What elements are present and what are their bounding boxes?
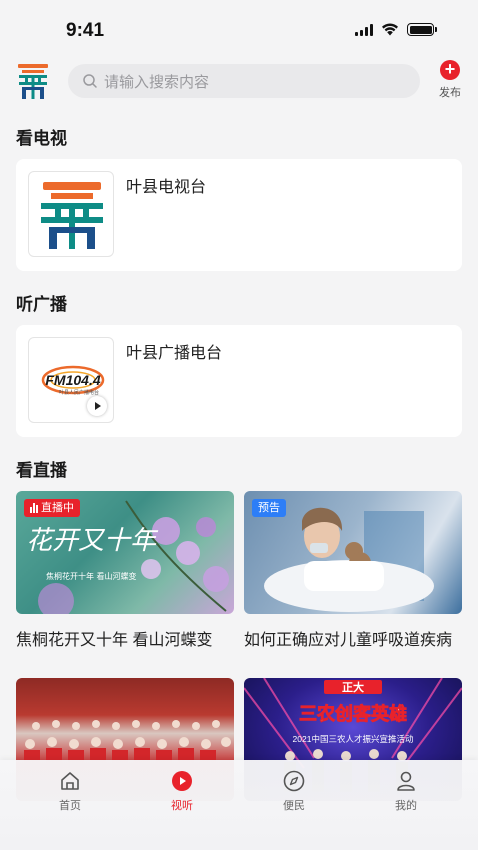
- user-icon: [397, 771, 415, 791]
- tab-home[interactable]: 首页: [40, 770, 100, 813]
- stage-top-text: 正大: [342, 680, 364, 694]
- wifi-icon: [382, 23, 398, 36]
- tv-station-card[interactable]: 叶县电视台: [16, 159, 462, 271]
- live-thumbnail: 花开又十年 焦桐花开十年 看山河蝶变 直播中: [16, 491, 234, 614]
- live-badge-label: 直播中: [41, 502, 74, 514]
- tab-services[interactable]: 便民: [264, 770, 324, 813]
- fm-logo-text: FM104.4: [45, 372, 100, 388]
- play-button[interactable]: [87, 396, 107, 416]
- preview-status-badge: 预告: [252, 499, 286, 517]
- search-placeholder: 请输入搜索内容: [104, 73, 210, 91]
- stage-subtitle-text: 2021中国三农人才振兴宣推活动: [293, 734, 414, 744]
- live-thumbnail: 预告: [244, 491, 462, 614]
- tab-label: 我的: [395, 800, 417, 812]
- compass-icon: [283, 770, 305, 792]
- status-time: 9:41: [66, 20, 105, 41]
- section-title-tv: 看电视: [16, 129, 67, 148]
- battery-icon: [407, 23, 437, 36]
- tab-audio-video[interactable]: 视听: [152, 770, 212, 813]
- publish-button[interactable]: + 发布: [434, 60, 466, 100]
- radio-station-logo: FM104.4 叶县人民广播电台: [28, 337, 114, 423]
- status-icons: [355, 23, 437, 36]
- cellular-signal-icon: [355, 23, 373, 36]
- home-icon: [61, 772, 79, 790]
- fm-logo-subtext: 叶县人民广播电台: [59, 389, 99, 396]
- tab-label: 视听: [171, 800, 193, 812]
- tab-profile[interactable]: 我的: [376, 770, 436, 813]
- tv-logo-icon: [41, 182, 103, 249]
- stage-title-text: 三农创客英雄: [299, 703, 407, 724]
- tv-station-name: 叶县电视台: [126, 179, 207, 196]
- live-item[interactable]: 花开又十年 焦桐花开十年 看山河蝶变 直播中 焦桐花开又十年 看山河蝶变: [16, 491, 234, 650]
- radio-station-name: 叶县广播电台: [126, 345, 223, 362]
- live-overlay-text: 花开又十年: [26, 526, 159, 556]
- tv-station-logo: [28, 171, 114, 257]
- live-status-badge: 直播中: [24, 499, 80, 517]
- status-bar: 9:41: [0, 0, 478, 56]
- publish-label: 发布: [439, 87, 461, 99]
- tab-label: 便民: [283, 800, 305, 812]
- search-input[interactable]: 请输入搜索内容: [68, 64, 420, 98]
- app-logo-icon: [18, 64, 48, 99]
- live-bars-icon: [30, 503, 38, 513]
- section-title-radio: 听广播: [16, 295, 67, 314]
- live-item-title: 如何正确应对儿童呼吸道疾病: [244, 632, 453, 649]
- live-overlay-subtext: 焦桐花开十年 看山河蝶变: [46, 571, 137, 581]
- play-circle-icon: [172, 771, 192, 791]
- plus-icon: +: [440, 60, 460, 80]
- live-item-title: 焦桐花开又十年 看山河蝶变: [16, 632, 213, 649]
- search-icon: [83, 74, 97, 88]
- section-title-live: 看直播: [16, 461, 67, 480]
- bottom-tab-bar: 首页 视听 便民 我的: [0, 760, 478, 850]
- header: 请输入搜索内容 + 发布: [0, 56, 478, 110]
- radio-station-card[interactable]: FM104.4 叶县人民广播电台 叶县广播电台: [16, 325, 462, 437]
- preview-badge-label: 预告: [258, 502, 280, 514]
- tab-label: 首页: [59, 800, 81, 812]
- live-item[interactable]: 预告 如何正确应对儿童呼吸道疾病: [244, 491, 462, 650]
